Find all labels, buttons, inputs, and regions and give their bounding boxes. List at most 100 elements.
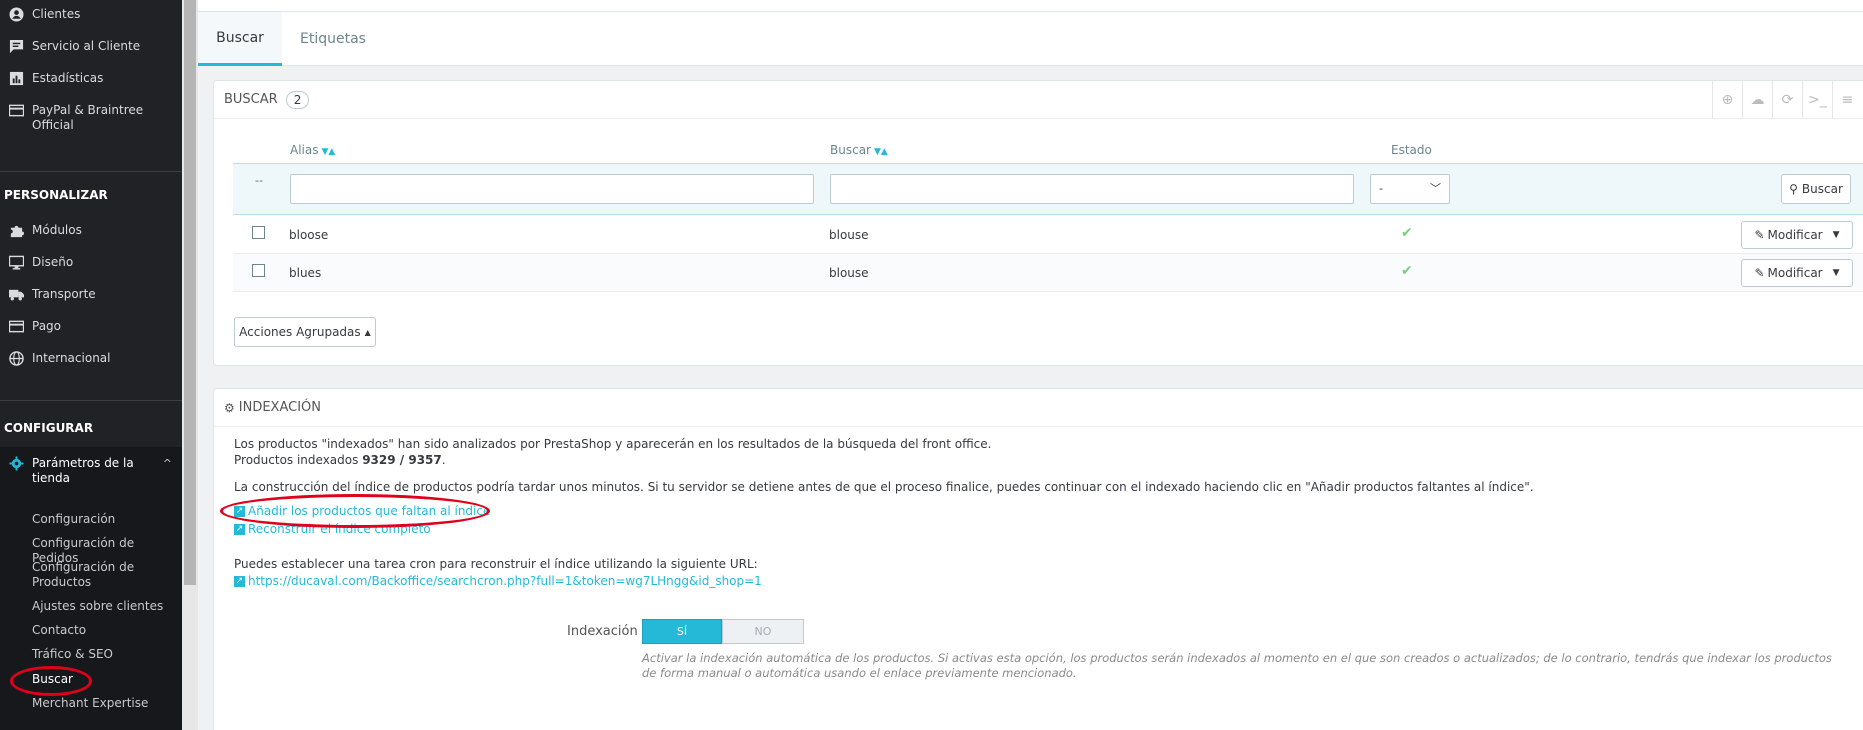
sidebar-item-estadisticas[interactable]: Estadísticas: [0, 71, 182, 86]
count-badge: 2: [285, 90, 310, 109]
estado-filter-select[interactable]: - ﹀: [1370, 174, 1450, 204]
indexed-count-label: Productos indexados: [234, 453, 359, 467]
button-label: Buscar: [1801, 182, 1843, 196]
sidebar-subitem-contacto[interactable]: Contacto: [32, 623, 182, 638]
indexed-description: Los productos "indexados" han sido anali…: [234, 437, 992, 451]
row-checkbox[interactable]: [252, 226, 265, 239]
sidebar-item-servicio[interactable]: Servicio al Cliente: [0, 39, 182, 54]
monitor-icon: [0, 255, 32, 270]
switch-yes[interactable]: SÍ: [642, 619, 722, 644]
sidebar-subitem-trafico[interactable]: Tráfico & SEO: [32, 647, 182, 662]
check-icon[interactable]: ✔: [1401, 263, 1413, 279]
sort-icon[interactable]: ▼▲: [321, 147, 335, 157]
button-label: Modificar: [1767, 228, 1823, 242]
globe-icon: [0, 351, 32, 366]
pencil-icon: ✎: [1754, 228, 1765, 242]
sidebar-item-clientes[interactable]: Clientes: [0, 7, 182, 22]
sort-icon[interactable]: ▼▲: [874, 147, 888, 157]
cron-url-link[interactable]: ↗ https://ducaval.com/Backoffice/searchcr…: [234, 574, 762, 589]
sidebar-subitem-productos[interactable]: Configuración de Productos: [32, 560, 152, 590]
cron-description: Puedes establecer una tarea cron para re…: [234, 557, 758, 571]
sidebar-item-label: Internacional: [32, 351, 111, 365]
sidebar-item-diseno[interactable]: Diseño: [0, 255, 182, 270]
annotation-oval: [10, 666, 92, 696]
sidebar-item-label: Pago: [32, 319, 62, 333]
sidebar-subitem-clientes[interactable]: Ajustes sobre clientes: [32, 599, 182, 614]
sidebar-item-label: Diseño: [32, 255, 74, 269]
table-row: bloose blouse ✔ ✎ Modificar ▼: [233, 216, 1863, 254]
indexation-label: Indexación: [567, 624, 638, 639]
sidebar-item-internacional[interactable]: Internacional: [0, 351, 182, 366]
switch-no[interactable]: NO: [722, 619, 804, 644]
truck-icon: [0, 287, 32, 302]
sidebar-item-label: Parámetros de la tienda: [32, 456, 134, 485]
stats-icon: [0, 71, 32, 86]
cloud-upload-icon[interactable]: ☁: [1742, 81, 1772, 119]
panel-header: BUSCAR 2 ⊕ ☁ ⟳ >_ ≡: [214, 81, 1863, 119]
refresh-icon[interactable]: ⟳: [1772, 81, 1802, 119]
column-header-buscar[interactable]: Buscar ▼▲: [830, 143, 888, 157]
search-button[interactable]: ⚲ Buscar: [1781, 174, 1851, 204]
sidebar-item-parametros[interactable]: Parámetros de la tienda ^: [0, 456, 182, 486]
chevron-down-icon: ﹀: [1430, 182, 1441, 195]
row-checkbox[interactable]: [252, 264, 265, 277]
sidebar-item-label: Módulos: [32, 223, 82, 237]
row-search: blouse: [829, 266, 869, 280]
sidebar-item-transporte[interactable]: Transporte: [0, 287, 182, 302]
chat-icon: [0, 39, 32, 54]
external-link-icon: ↗: [234, 524, 245, 535]
row-alias: blues: [289, 266, 322, 280]
scrollbar-thumb[interactable]: [184, 0, 196, 585]
indexed-count-value: 9329 / 9357: [362, 453, 442, 467]
check-icon[interactable]: ✔: [1401, 225, 1413, 241]
toolbar-icons: ⊕ ☁ ⟳ >_ ≡: [1712, 81, 1862, 119]
gear-icon: [0, 456, 32, 471]
edit-button[interactable]: ✎ Modificar ▼: [1741, 259, 1853, 287]
gears-icon: ⚙: [224, 400, 235, 415]
sidebar-subitem-merchant[interactable]: Merchant Expertise: [32, 696, 182, 711]
add-icon[interactable]: ⊕: [1712, 81, 1742, 119]
terminal-icon[interactable]: >_: [1802, 81, 1832, 119]
sidebar: Clientes Servicio al Cliente Estadística…: [0, 0, 182, 730]
button-label: Acciones Agrupadas: [239, 325, 361, 339]
card-icon: [0, 103, 32, 118]
filter-dash: --: [255, 174, 263, 187]
sidebar-item-paypal[interactable]: PayPal & Braintree Official: [0, 103, 150, 133]
panel-header: ⚙ INDEXACIÓN: [214, 389, 1863, 427]
indexation-switch[interactable]: SÍ NO: [642, 619, 804, 644]
caret-down-icon[interactable]: ▼: [1833, 230, 1840, 240]
sidebar-item-modulos[interactable]: Módulos: [0, 223, 182, 238]
caret-up-icon: ▲: [364, 327, 371, 337]
sidebar-section-configurar: CONFIGURAR: [4, 421, 94, 435]
panel-title: BUSCAR: [224, 92, 278, 107]
card-icon: [0, 319, 32, 334]
chevron-up-icon[interactable]: ^: [163, 456, 172, 471]
edit-button[interactable]: ✎ Modificar ▼: [1741, 221, 1853, 249]
sidebar-item-pago[interactable]: Pago: [0, 319, 182, 334]
sidebar-subitem-configuracion[interactable]: Configuración: [32, 512, 182, 527]
tab-etiquetas[interactable]: Etiquetas: [282, 12, 384, 66]
sidebar-item-label: Estadísticas: [32, 71, 104, 85]
database-icon[interactable]: ≡: [1832, 81, 1862, 119]
button-label: Modificar: [1767, 266, 1823, 280]
filter-row: -- - ﹀ ⚲ Buscar: [233, 163, 1863, 215]
top-bar: [198, 0, 1863, 12]
annotation-oval: [220, 494, 490, 528]
search-icon: ⚲: [1789, 182, 1798, 196]
sidebar-section-personalizar: PERSONALIZAR: [4, 188, 108, 202]
alias-filter-input[interactable]: [290, 174, 814, 204]
external-link-icon: ↗: [234, 576, 245, 587]
column-header-alias[interactable]: Alias ▼▲: [290, 143, 335, 157]
column-label: Alias: [290, 143, 319, 157]
panel-title: INDEXACIÓN: [238, 400, 321, 415]
caret-down-icon[interactable]: ▼: [1833, 268, 1840, 278]
select-value: -: [1379, 182, 1383, 195]
bulk-actions-button[interactable]: Acciones Agrupadas ▲: [234, 317, 376, 347]
sidebar-scrollbar[interactable]: [182, 0, 198, 730]
tab-buscar[interactable]: Buscar: [198, 12, 282, 66]
pencil-icon: ✎: [1754, 266, 1765, 280]
column-header-estado: Estado: [1391, 143, 1432, 157]
rebuild-description: La construcción del índice de productos …: [234, 480, 1534, 494]
column-label: Buscar: [830, 143, 871, 157]
buscar-filter-input[interactable]: [830, 174, 1354, 204]
